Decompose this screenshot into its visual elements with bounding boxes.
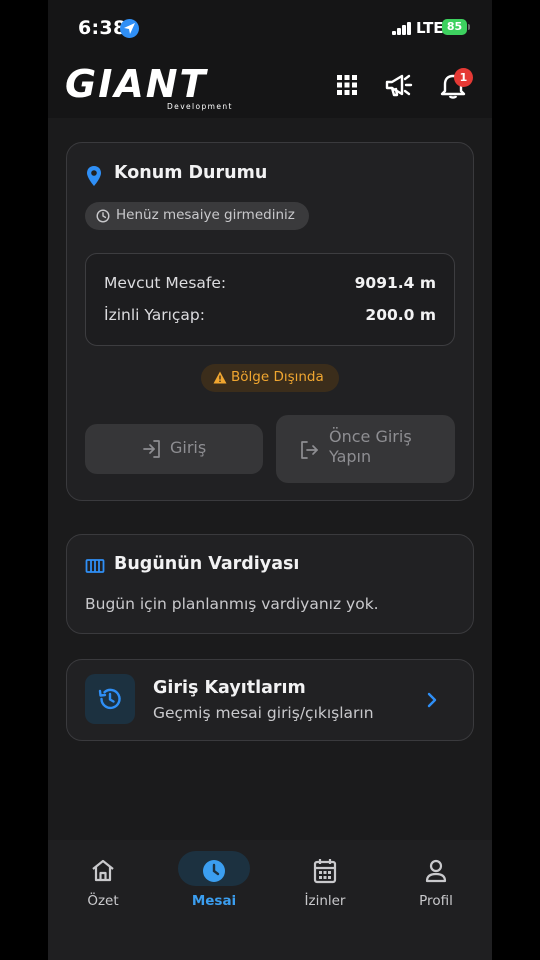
zone-warning-text: Bölge Dışında (231, 369, 324, 385)
location-arrow-icon (120, 19, 139, 38)
megaphone-icon[interactable] (384, 70, 414, 100)
radius-label: İzinli Yarıçap: (104, 306, 205, 324)
checkin-button-label: Giriş (170, 438, 207, 457)
nav-label-profil: Profil (419, 893, 453, 909)
logo-wordmark: GIANT (65, 62, 208, 106)
shift-schedule-icon (85, 559, 105, 573)
todays-shift-card: Bugünün Vardiyası Bugün için planlanmış … (66, 534, 474, 634)
radius-value: 200.0 m (365, 306, 436, 324)
checkin-history-card[interactable]: Giriş Kayıtlarım Geçmiş mesai giriş/çıkı… (66, 659, 474, 741)
signal-icon (392, 22, 412, 35)
history-icon-box (85, 674, 135, 724)
battery-tip (468, 24, 470, 30)
history-icon (98, 688, 121, 710)
calendar-icon (313, 859, 337, 884)
notification-badge: 1 (454, 68, 473, 87)
distance-label: Mevcut Mesafe: (104, 274, 227, 292)
distance-info-box: Mevcut Mesafe: 9091.4 m İzinli Yarıçap: … (85, 253, 455, 346)
nav-item-profil[interactable]: Profil (381, 852, 491, 922)
nav-label-mesai: Mesai (191, 893, 237, 909)
history-title: Giriş Kayıtlarım (153, 678, 306, 698)
app-screen: 6:38 LTE 85 GIANT Development 1 Konum Du… (48, 0, 492, 960)
app-header: GIANT Development 1 (48, 58, 492, 118)
chevron-right-icon (427, 692, 437, 708)
location-status-card: Konum Durumu Henüz mesaiye girmediniz Me… (66, 142, 474, 501)
status-chip-text: Henüz mesaiye girmediniz (116, 207, 295, 223)
clock-icon (203, 860, 225, 882)
history-subtitle: Geçmiş mesai giriş/çıkışların (153, 704, 374, 722)
login-icon (143, 440, 160, 458)
zone-warning-badge: Bölge Dışında (201, 364, 339, 392)
shift-card-message: Bugün için planlanmış vardiyanız yok. (85, 595, 379, 613)
nav-item-ozet[interactable]: Özet (48, 852, 158, 922)
warning-icon (213, 371, 227, 384)
apps-grid-icon[interactable] (332, 70, 362, 100)
battery-indicator: 85 (442, 19, 467, 35)
main-content: Konum Durumu Henüz mesaiye girmediniz Me… (48, 118, 492, 840)
shift-card-title: Bugünün Vardiyası (114, 554, 300, 574)
location-card-title: Konum Durumu (114, 163, 268, 183)
logo-subtitle: Development (167, 102, 233, 111)
clock-icon (96, 209, 110, 223)
distance-value: 9091.4 m (354, 274, 436, 292)
status-chip: Henüz mesaiye girmediniz (85, 202, 309, 230)
person-icon (425, 859, 447, 883)
status-bar: 6:38 LTE 85 (48, 0, 492, 58)
location-pin-icon (87, 166, 101, 186)
nav-label-ozet: Özet (87, 893, 119, 909)
network-type: LTE (416, 19, 444, 37)
nav-label-izinler: İzinler (304, 893, 346, 909)
home-icon (92, 859, 114, 882)
bottom-navigation: Özet Mesai İzinler Profil (48, 840, 492, 960)
giant-logo: GIANT Development (65, 64, 241, 114)
checkout-button[interactable]: Önce Giriş Yapın (276, 415, 455, 483)
nav-item-mesai[interactable]: Mesai (159, 851, 269, 922)
checkin-button[interactable]: Giriş (85, 424, 263, 474)
nav-item-izinler[interactable]: İzinler (270, 852, 380, 922)
checkout-button-label: Önce Giriş Yapın (329, 427, 412, 466)
logout-icon (301, 441, 318, 459)
